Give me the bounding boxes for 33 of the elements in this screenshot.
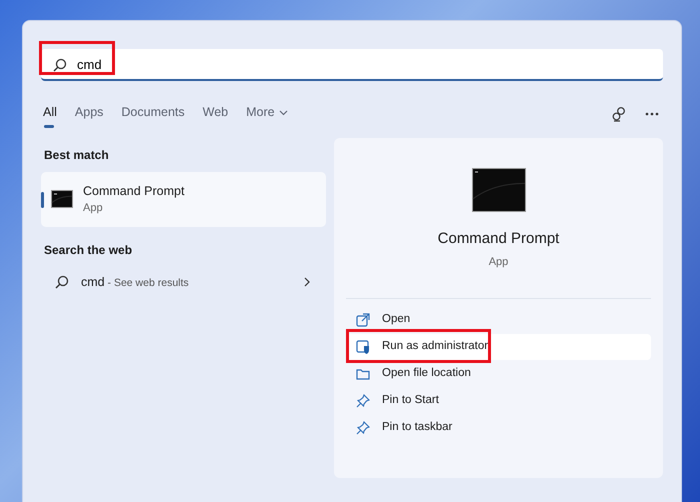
terminal-icon (51, 190, 73, 208)
result-item[interactable]: Command Prompt App (41, 172, 326, 227)
tab[interactable]: Web (202, 101, 228, 128)
more-icon[interactable] (645, 112, 659, 116)
section-heading: Search the web (44, 242, 134, 259)
open-external-icon (356, 312, 370, 327)
chevron-right-icon (304, 277, 310, 288)
web-result[interactable]: cmd - See web results (41, 266, 326, 298)
action-item[interactable]: Open (346, 306, 651, 333)
terminal-icon (472, 168, 526, 212)
search-field[interactable]: cmd (41, 49, 663, 81)
tab[interactable]: Documents (121, 101, 185, 128)
action-item[interactable]: Pin to Start (346, 388, 651, 414)
action-item[interactable]: Pin to taskbar (346, 414, 651, 441)
tab[interactable]: Apps (74, 101, 104, 128)
search-icon (55, 275, 69, 290)
app-type: App (488, 255, 510, 270)
pin-icon (356, 420, 370, 435)
result-title: Command Prompt (83, 182, 184, 200)
section-heading: Best match (44, 146, 110, 164)
folder-icon (356, 366, 370, 381)
shield-window-icon (356, 340, 370, 354)
result-type: App (83, 201, 104, 216)
tab[interactable]: All (43, 101, 57, 128)
web-hint: - See web results (106, 276, 189, 289)
search-icon (53, 58, 67, 72)
action-item[interactable]: Run as administrator (346, 334, 651, 360)
app-title: Command Prompt (436, 228, 560, 249)
share-icon[interactable] (611, 106, 627, 122)
query-text: cmd (81, 274, 105, 289)
pin-icon (356, 394, 370, 408)
tab[interactable]: More (246, 101, 288, 128)
action-item[interactable]: Open file location (346, 360, 651, 387)
